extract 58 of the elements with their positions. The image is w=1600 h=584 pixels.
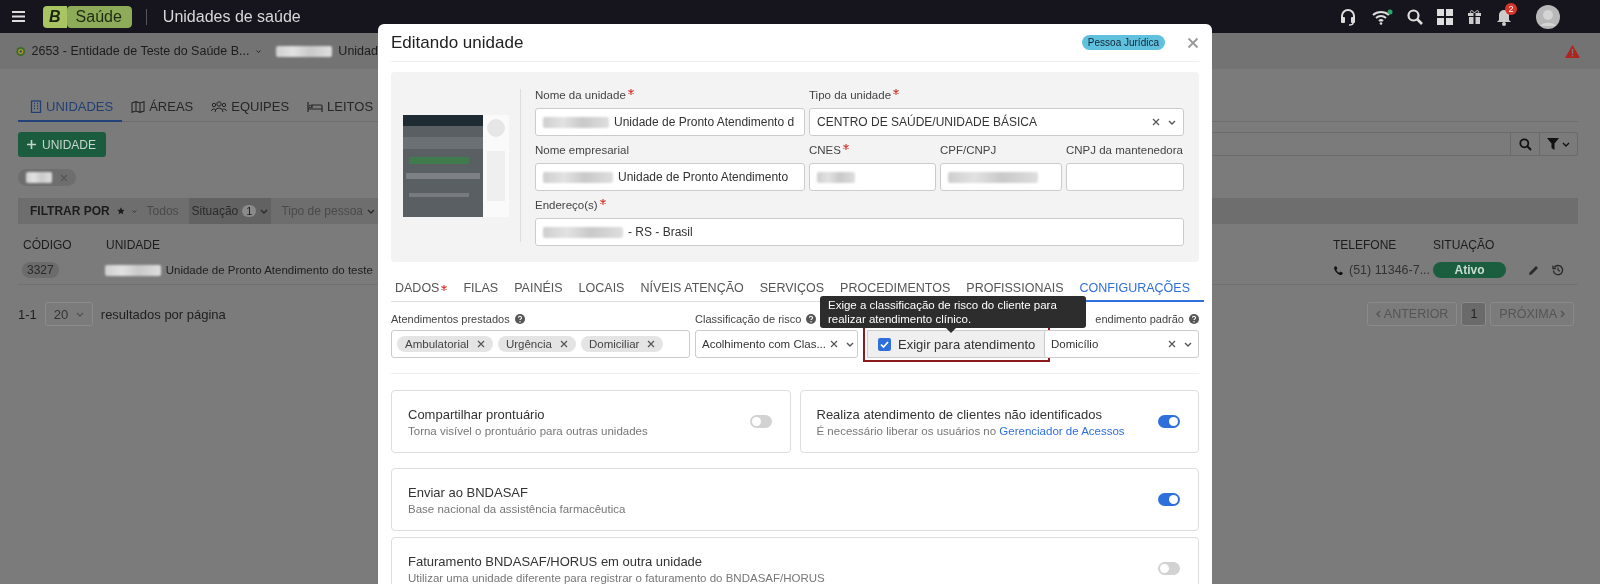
- setting-description: É necessário liberar os usuários no Gerenciador de Acessos: [816, 424, 1126, 437]
- column-header: SITUAÇÃO: [1433, 238, 1495, 252]
- filter-dropdown[interactable]: Situação 1: [188, 198, 272, 224]
- field-label: Atendimentos prestados: [391, 312, 510, 325]
- column-header: TELEFONE: [1333, 238, 1398, 252]
- entity-name[interactable]: 2653 - Entidade de Teste do Saúde B...: [31, 44, 250, 58]
- setting-description: Torna visível o prontuário para outras unidades: [408, 424, 649, 437]
- field-label: CNES: [809, 144, 841, 156]
- field-label: Endereço(s): [535, 199, 598, 211]
- field-label: CPF/CNPJ: [940, 144, 997, 156]
- setting-title: Enviar ao BNDASAF: [408, 484, 529, 500]
- person-type-badge: Pessoa Jurídica: [1081, 35, 1165, 50]
- column-header: CÓDIGO: [23, 238, 73, 252]
- results-range: 1-1: [18, 306, 37, 322]
- field-label: CNPJ da mantenedora: [1066, 144, 1183, 156]
- setting-title: Realiza atendimento de clientes não identificados: [816, 406, 1103, 422]
- tooltip: Exige a classificação de risco do cliente para realizar atendimento clínico.: [820, 296, 1086, 328]
- tab[interactable]: FILAS: [455, 275, 507, 302]
- link[interactable]: Gerenciador de Acessos: [999, 424, 1125, 437]
- tab[interactable]: LOCAIS: [570, 275, 633, 302]
- text-field[interactable]: - RS - Brasil: [535, 218, 1184, 246]
- field-label: Nome da unidade: [535, 89, 626, 101]
- add-unit-button[interactable]: UNIDADE: [18, 132, 106, 157]
- text-field[interactable]: Unidade de Pronto Atendimento: [535, 163, 805, 191]
- column-header: UNIDADE: [106, 238, 160, 252]
- code-tag: 3327: [22, 262, 59, 278]
- select-field[interactable]: Acolhimento com Clas...: [695, 330, 858, 358]
- multi-select-field[interactable]: Ambulatorial Urgência Domiciliar: [391, 330, 690, 358]
- setting-title: Compartilhar prontuário: [408, 406, 546, 422]
- section-tab[interactable]: LEITOS: [298, 99, 383, 122]
- notification-badge: 2: [1505, 2, 1517, 15]
- field-label: Nome empresarial: [535, 144, 629, 156]
- page-size-label: resultados por página: [100, 306, 226, 322]
- tab[interactable]: NÍVEIS ATENÇÃO: [632, 275, 752, 302]
- tag-chip[interactable]: Domiciliar: [580, 336, 664, 352]
- checkbox-button[interactable]: Exigir para atendimento: [863, 326, 1051, 362]
- tab[interactable]: DADOS: [391, 275, 456, 302]
- field-label: Classificação de risco: [695, 312, 802, 325]
- page-title: Unidades de saúde: [162, 7, 301, 26]
- tag-chip[interactable]: Ambulatorial: [397, 336, 493, 352]
- tag-chip[interactable]: Urgência: [497, 336, 576, 352]
- filter-label: FILTRAR POR: [30, 204, 110, 218]
- table-cell: Unidade de Pronto Atendimento do teste: [165, 264, 373, 276]
- table-cell: (51) 11346-7...: [1349, 263, 1431, 277]
- dialog-title: Editando unidade: [391, 32, 525, 53]
- text-field[interactable]: Unidade de Pronto Atendimento d: [535, 108, 805, 136]
- section-tab[interactable]: ÁREAS: [122, 99, 203, 122]
- setting-title: Faturamento BNDASAF/HORUS em outra unidade: [408, 553, 704, 569]
- tab[interactable]: PAINÉIS: [506, 275, 571, 302]
- status-badge: Ativo: [1433, 262, 1506, 278]
- setting-description: Base nacional da assistência farmacêutica: [408, 502, 627, 515]
- unit-name: Unidad: [338, 44, 378, 58]
- select-field[interactable]: CENTRO DE SAÚDE/UNIDADE BÁSICA: [809, 108, 1184, 136]
- field-label: endimento padrão: [1095, 312, 1184, 325]
- setting-description: Utilizar uma unidade diferente para registrar o faturamento do BNDASAF/HORUS: [408, 571, 826, 584]
- field-label: Tipo da unidade: [809, 89, 892, 101]
- section-tab[interactable]: EQUIPES: [202, 99, 299, 122]
- select-field[interactable]: Domicílio: [1044, 330, 1199, 358]
